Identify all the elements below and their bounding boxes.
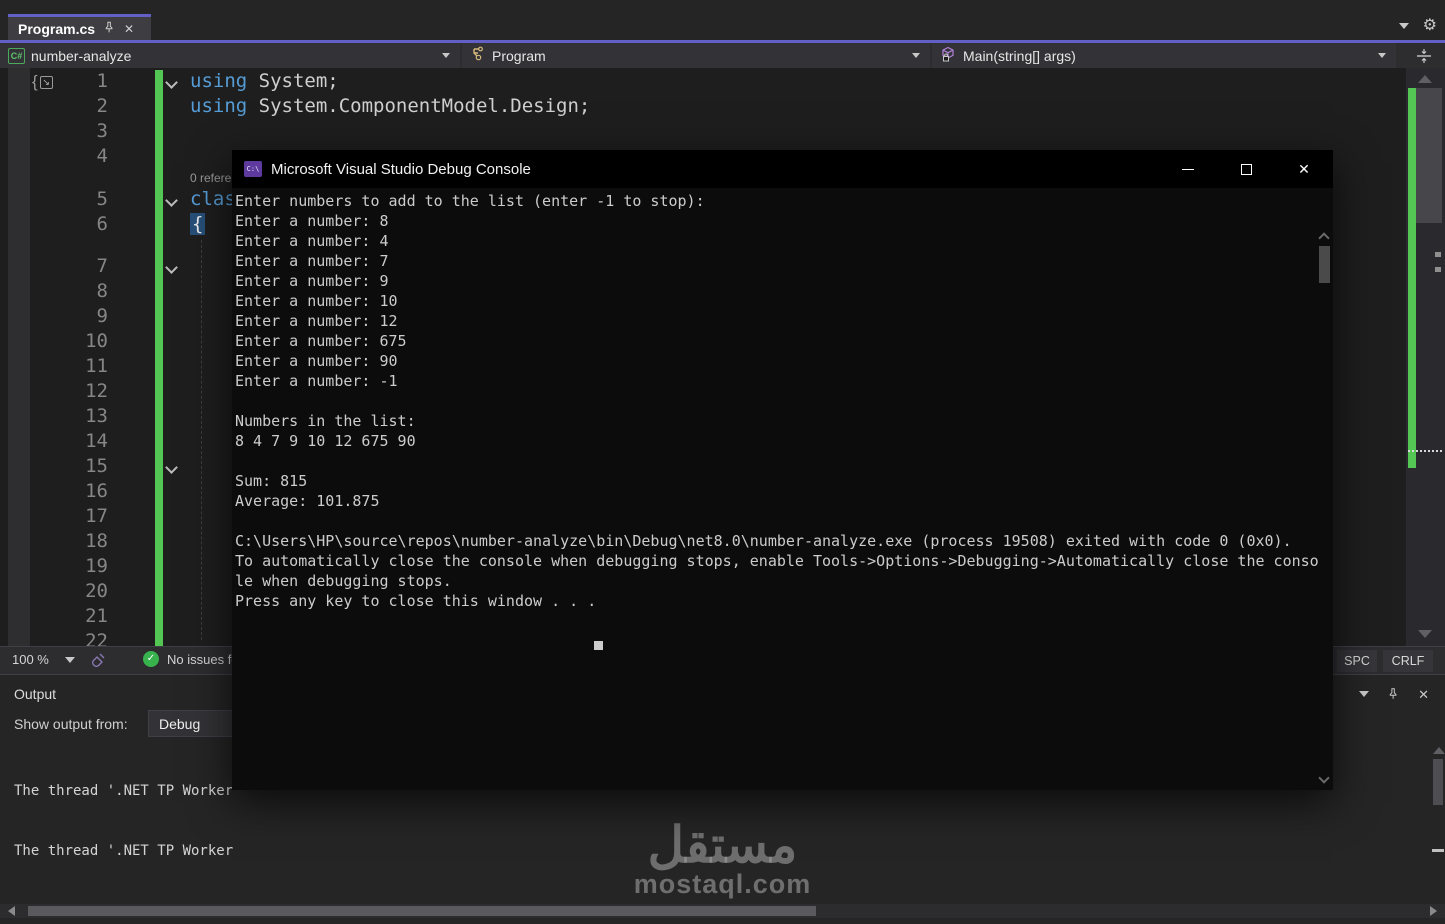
code-line: 1 using System; [96,70,339,92]
scrollbar-change-marks [1408,452,1416,468]
line-ending-button[interactable]: CRLF [1383,650,1433,672]
show-output-from-label: Show output from: [14,716,128,732]
output-panel-title: Output [14,686,57,702]
navigation-bar: C# number-analyze Program Main(string[] … [0,43,1445,68]
console-scrollbar[interactable] [1317,228,1332,788]
scroll-up-icon[interactable] [1433,747,1445,754]
matched-brace: { [190,213,206,235]
document-tab-bar: Program.cs ✕ ⚙ [0,14,1445,40]
output-source-value: Debug [159,715,201,732]
console-app-icon: C:\ [244,161,262,177]
scroll-up-icon[interactable] [1318,232,1330,244]
scroll-down-icon[interactable] [1318,772,1330,784]
chevron-down-icon [64,656,75,663]
minimize-button[interactable] [1159,150,1217,188]
scroll-down-icon[interactable] [1418,630,1432,638]
project-name: number-analyze [31,47,132,64]
class-icon [470,46,486,65]
scrollbar-thumb[interactable] [1319,246,1330,283]
tab-program-cs[interactable]: Program.cs ✕ [8,14,151,40]
console-title: Microsoft Visual Studio Debug Console [271,160,531,178]
chevron-down-icon [912,53,920,58]
chevron-down-icon [442,53,450,58]
visual-studio-window: Program.cs ✕ ⚙ C# number-analyze Program [0,0,1445,924]
code-line: 3 [96,120,108,142]
space-indicator-button[interactable]: SPC [1337,650,1377,672]
zoom-dropdown[interactable]: 100 % [12,652,75,667]
gear-icon[interactable]: ⚙ [1423,18,1437,34]
scrollbar-mark [1435,267,1441,272]
close-icon[interactable]: ✕ [1418,688,1429,701]
check-icon: ✓ [143,651,159,667]
pin-icon[interactable] [1387,687,1400,701]
debug-console-window[interactable]: C:\ Microsoft Visual Studio Debug Consol… [232,150,1333,790]
close-button[interactable]: ✕ [1275,150,1333,188]
chevron-down-icon [1378,53,1386,58]
fold-chevron-icon[interactable] [165,194,178,207]
document-health-indicator[interactable]: ✓ No issues fo [143,651,239,667]
fold-chevron-icon[interactable] [165,76,178,89]
scrollbar-thumb[interactable] [28,906,816,916]
output-horizontal-scrollbar[interactable] [0,904,1445,918]
zoom-level: 100 % [12,652,49,667]
console-output[interactable]: Enter numbers to add to the list (enter … [232,188,1333,790]
output-vertical-scrollbar[interactable] [1431,741,1445,901]
tab-title: Program.cs [18,20,96,37]
code-line: 2 using System.ComponentModel.Design; [96,95,591,117]
console-text: Enter numbers to add to the list (enter … [235,192,1319,610]
scrollbar-change-marks [1408,88,1416,468]
pin-icon[interactable] [103,21,116,36]
output-line: The thread '.NET TP Worker [14,843,234,859]
console-cursor [594,641,603,650]
tab-list-chevron-down-icon[interactable] [1398,23,1409,29]
type-dropdown[interactable]: Program [462,43,932,68]
project-dropdown[interactable]: C# number-analyze [0,43,462,68]
scrollbar-mark [1435,252,1441,257]
fold-chevron-icon[interactable] [165,461,178,474]
window-top-strip [0,0,1445,14]
health-text: No issues fo [167,651,239,667]
member-name: Main(string[] args) [963,47,1076,64]
scroll-right-icon[interactable] [1430,906,1437,916]
scrollbar-thumb[interactable] [1414,88,1442,223]
member-dropdown[interactable]: Main(string[] args) [932,43,1398,68]
fold-chevron-icon[interactable] [165,261,178,274]
editor-vertical-scrollbar[interactable] [1406,68,1445,646]
scroll-up-icon[interactable] [1418,75,1432,83]
scrollbar-mark [1432,849,1444,852]
type-name: Program [492,47,546,64]
close-icon[interactable]: ✕ [124,23,134,35]
scrollbar-thumb[interactable] [1433,759,1443,805]
window-position-chevron-icon[interactable] [1359,691,1370,697]
method-lock-icon [940,46,957,66]
maximize-button[interactable] [1217,150,1275,188]
code-cleanup-icon[interactable] [90,652,107,672]
csharp-project-icon: C# [8,47,25,64]
split-editor-button[interactable] [1408,45,1440,66]
scroll-left-icon[interactable] [8,906,15,916]
console-title-bar[interactable]: C:\ Microsoft Visual Studio Debug Consol… [232,150,1333,188]
